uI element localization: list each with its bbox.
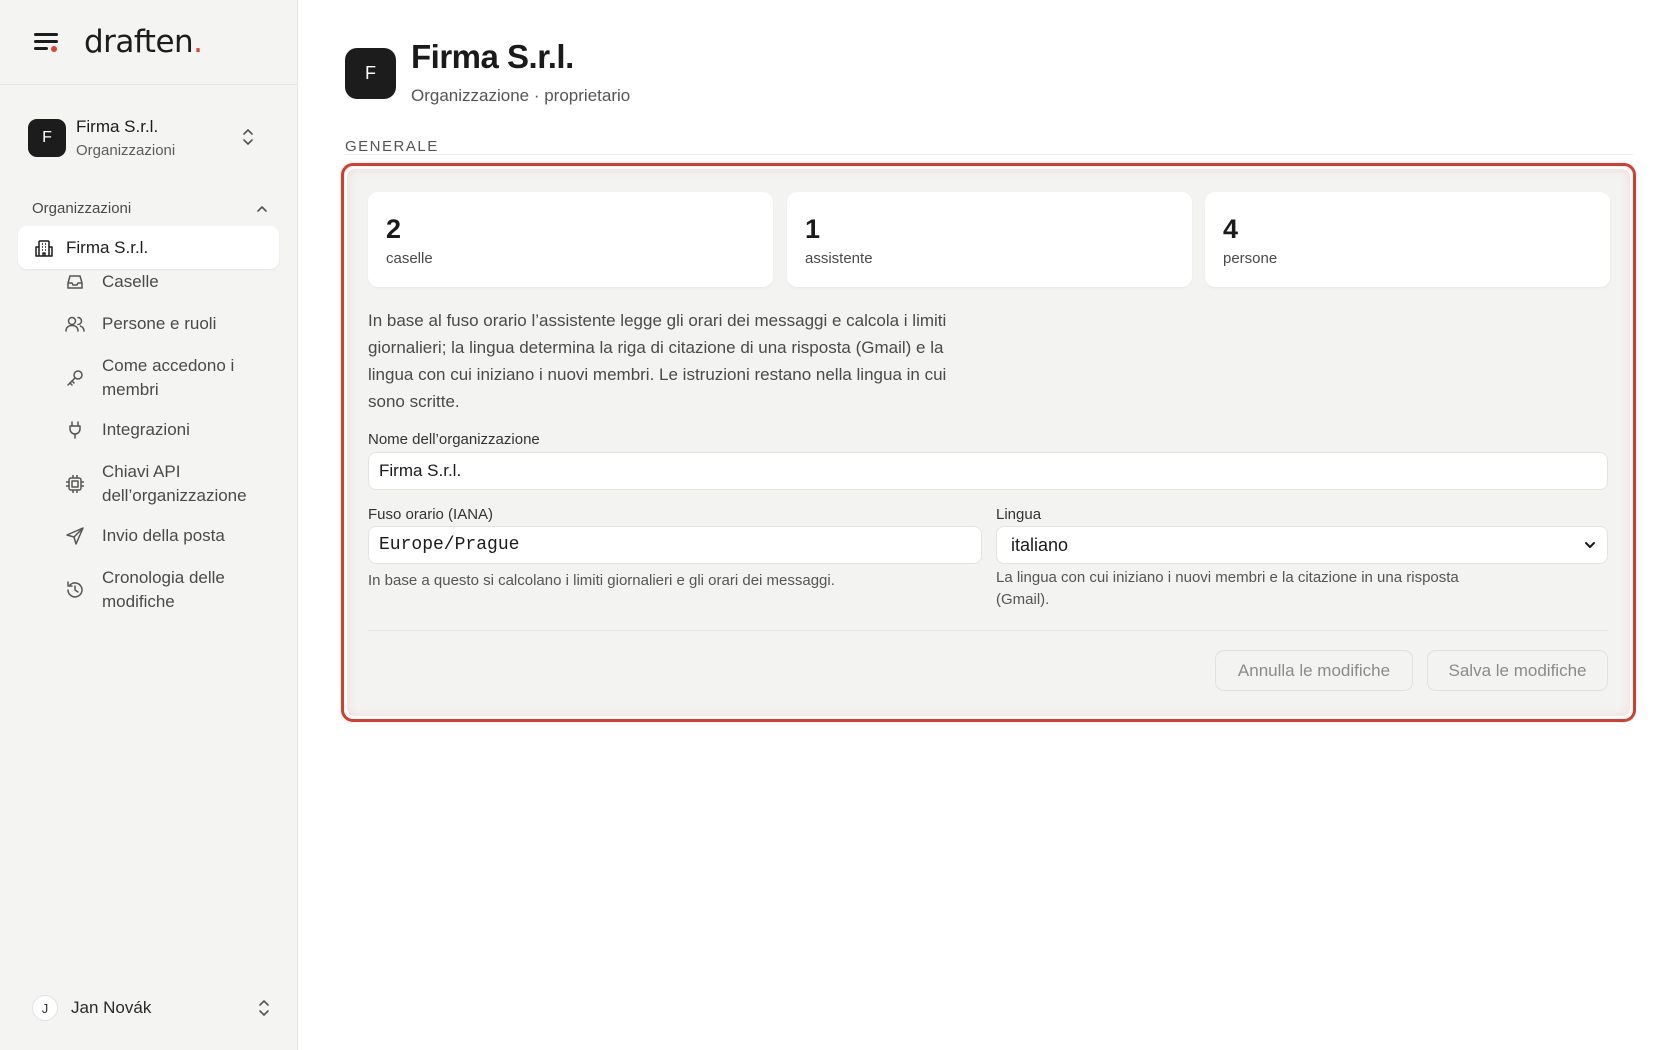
building-icon xyxy=(35,239,53,257)
stat-value: 2 xyxy=(386,214,402,244)
sidebar-item-label: Caselle xyxy=(102,272,159,291)
page-subtitle: Organizzazione · proprietario xyxy=(411,86,631,105)
brand-logo: draften. xyxy=(84,24,203,60)
history-icon xyxy=(67,581,83,598)
user-name: Jan Novák xyxy=(71,998,152,1017)
stat-label: persone xyxy=(1223,250,1278,267)
sidebar-item-cronologia[interactable]: Cronologia delle modifiche xyxy=(64,566,284,614)
sidebar-item-label: Cronologia delle modifiche xyxy=(102,568,225,611)
stat-value: 1 xyxy=(805,214,821,244)
org-avatar: F xyxy=(28,119,66,157)
stat-label: caselle xyxy=(386,250,433,267)
sidebar-item-label: Chiavi API dell’organizzazione xyxy=(102,462,247,505)
divider xyxy=(368,630,1608,631)
sidebar-item-firma[interactable]: Firma S.r.l. xyxy=(18,226,279,269)
main-content: F Firma S.r.l. Organizzazione · propriet… xyxy=(298,0,1680,1050)
chevron-down-icon xyxy=(1585,542,1595,548)
chip-icon xyxy=(66,475,84,493)
sidebar-item-accesso[interactable]: Come accedono i membri xyxy=(64,354,284,402)
org-switcher-subtitle: Organizzazioni xyxy=(76,142,176,159)
stat-persone: 4 persone xyxy=(1205,192,1610,287)
section-label: Organizzazioni xyxy=(32,200,132,217)
sidebar-item-label: Integrazioni xyxy=(102,420,190,439)
timezone-input[interactable] xyxy=(368,526,982,564)
section-title: GENERALE xyxy=(345,138,439,155)
sidebar-item-label: Come accedono i membri xyxy=(102,356,235,399)
org-name-input[interactable] xyxy=(368,452,1608,490)
sidebar-item-caselle[interactable]: Caselle xyxy=(64,270,284,294)
cancel-changes-button[interactable]: Annulla le modifiche xyxy=(1215,650,1413,691)
timezone-label: Fuso orario (IANA) xyxy=(368,506,494,523)
sidebar-item-persone[interactable]: Persone e ruoli xyxy=(64,312,284,336)
plug-icon xyxy=(69,421,81,439)
stat-value: 4 xyxy=(1223,214,1239,244)
stat-assistente: 1 assistente xyxy=(787,192,1192,287)
page-title: Firma S.r.l. xyxy=(411,38,574,75)
inbox-icon xyxy=(67,275,83,289)
language-help: La lingua con cui iniziano i nuovi membr… xyxy=(996,569,1459,608)
avatar: J xyxy=(32,995,58,1021)
stat-caselle: 2 caselle xyxy=(368,192,773,287)
send-icon xyxy=(66,527,84,545)
language-selected-value: italiano xyxy=(1011,534,1069,555)
settings-description: In base al fuso orario l’assistente legg… xyxy=(368,311,947,411)
sidebar-item-label: Persone e ruoli xyxy=(102,314,217,333)
sidebar-item-invio-posta[interactable]: Invio della posta xyxy=(64,524,284,548)
language-select[interactable]: italiano xyxy=(996,526,1608,564)
sidebar-item-label: Firma S.r.l. xyxy=(66,237,149,257)
org-switcher-name: Firma S.r.l. xyxy=(76,117,159,136)
user-menu[interactable]: J Jan Novák xyxy=(32,992,272,1024)
chevron-updown-icon xyxy=(243,129,253,145)
users-icon xyxy=(65,316,85,332)
chevron-up-icon xyxy=(257,205,267,212)
menu-icon[interactable] xyxy=(34,31,60,53)
save-changes-button[interactable]: Salva le modifiche xyxy=(1427,650,1608,691)
stat-label: assistente xyxy=(805,250,873,267)
org-avatar: F xyxy=(345,48,396,99)
divider xyxy=(345,154,1633,155)
timezone-help: In base a questo si calcolano i limiti g… xyxy=(368,572,835,589)
organizations-section-toggle[interactable]: Organizzazioni xyxy=(32,200,268,217)
brand-bar: draften. xyxy=(0,0,297,85)
language-label: Lingua xyxy=(996,506,1042,523)
org-name-label: Nome dell’organizzazione xyxy=(368,431,540,448)
sidebar-item-label: Invio della posta xyxy=(102,526,225,545)
sidebar: draften. F Firma S.r.l. Organizzazioni O… xyxy=(0,0,298,1050)
key-icon xyxy=(67,370,83,386)
chevron-updown-icon xyxy=(259,1000,269,1016)
sidebar-item-integrazioni[interactable]: Integrazioni xyxy=(64,418,284,442)
sidebar-item-chiavi-api[interactable]: Chiavi API dell’organizzazione xyxy=(64,460,284,508)
org-switcher[interactable]: F Firma S.r.l. Organizzazioni xyxy=(18,108,276,168)
